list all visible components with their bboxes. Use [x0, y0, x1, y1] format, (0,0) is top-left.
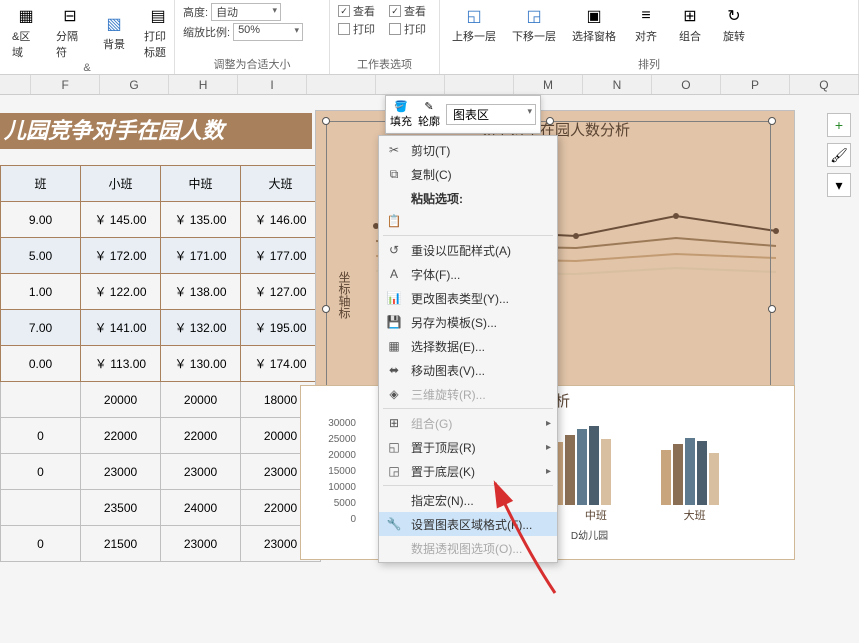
ctx-3d-rotation: ◈三维旋转(R)...	[379, 382, 557, 406]
col-header[interactable]	[376, 75, 445, 94]
bring-forward-button[interactable]: ◱上移一层	[446, 2, 502, 46]
col-header[interactable]: M	[514, 75, 583, 94]
title-banner: 儿园竞争对手在园人数	[0, 113, 312, 149]
ctx-paste-header: 粘贴选项:	[379, 186, 557, 209]
bucket-icon: 🪣	[394, 100, 408, 113]
height-spinner[interactable]: 自动	[211, 3, 281, 21]
print-titles-button[interactable]: ▤打印标题	[138, 2, 178, 62]
scale-spinner[interactable]: 50%	[233, 23, 303, 41]
col-header[interactable]: H	[169, 75, 238, 94]
rotate3d-icon: ◈	[385, 385, 403, 403]
print-checkbox-b[interactable]	[389, 23, 401, 35]
col-header[interactable]: Q	[790, 75, 859, 94]
chart-add-element-button[interactable]: +	[827, 113, 851, 137]
group-label: 工作表选项	[336, 56, 433, 72]
format-icon: 🔧	[385, 515, 403, 533]
breaks-button[interactable]: ⊟分隔符	[50, 2, 90, 62]
chart-filter-button[interactable]: ▾	[827, 173, 851, 197]
move-icon: ⬌	[385, 361, 403, 379]
selection-pane-button[interactable]: ▣选择窗格	[566, 2, 622, 46]
send-backward-button[interactable]: ◲下移一层	[506, 2, 562, 46]
ctx-select-data[interactable]: ▦选择数据(E)...	[379, 334, 557, 358]
clipboard-icon: 📋	[385, 212, 403, 230]
chart-icon: 📊	[385, 289, 403, 307]
view-checkbox-b[interactable]: ✓	[389, 5, 401, 17]
ctx-reset-style[interactable]: ↺重设以匹配样式(A)	[379, 238, 557, 262]
ctx-font[interactable]: A字体(F)...	[379, 262, 557, 286]
grid-icon: ▦	[385, 337, 403, 355]
ctx-cut[interactable]: ✂剪切(T)	[379, 138, 557, 162]
ctx-paste-option[interactable]: 📋	[379, 209, 557, 233]
ctx-move-chart[interactable]: ⬌移动图表(V)...	[379, 358, 557, 382]
back-icon: ◲	[385, 462, 403, 480]
reset-icon: ↺	[385, 241, 403, 259]
copy-icon: ⧉	[385, 165, 403, 183]
annotation-arrow	[485, 478, 565, 598]
col-header[interactable]: O	[652, 75, 721, 94]
group-label: 调整为合适大小	[181, 56, 323, 72]
col-header[interactable]	[307, 75, 376, 94]
resize-handle[interactable]	[768, 305, 776, 313]
ctx-save-template[interactable]: 💾另存为模板(S)...	[379, 310, 557, 334]
ctx-bring-front[interactable]: ◱置于顶层(R)	[379, 435, 557, 459]
save-icon: 💾	[385, 313, 403, 331]
fill-button[interactable]: 🪣填充	[390, 100, 412, 129]
col-header[interactable]	[445, 75, 514, 94]
group-icon: ⊞	[385, 414, 403, 432]
background-button[interactable]: ▧背景	[94, 10, 134, 54]
ctx-change-chart-type[interactable]: 📊更改图表类型(Y)...	[379, 286, 557, 310]
view-checkbox-a[interactable]: ✓	[338, 5, 350, 17]
ctx-copy[interactable]: ⧉复制(C)	[379, 162, 557, 186]
chart-element-dropdown[interactable]: 图表区	[446, 104, 536, 125]
scissors-icon: ✂	[385, 141, 403, 159]
align-button[interactable]: ≡对齐	[626, 2, 666, 46]
area-button[interactable]: ▦&区域	[6, 2, 46, 62]
column-headers: FGHI MNOPQ	[0, 75, 859, 95]
col-header[interactable]: G	[100, 75, 169, 94]
rotate-button[interactable]: ↻旋转	[714, 2, 754, 46]
pen-icon: ✎	[424, 100, 433, 113]
front-icon: ◱	[385, 438, 403, 456]
col-header[interactable]: P	[721, 75, 790, 94]
mini-toolbar: 🪣填充 ✎轮廓 图表区	[385, 95, 541, 134]
group-button[interactable]: ⊞组合	[670, 2, 710, 46]
group-label: 排列	[446, 56, 852, 72]
ctx-group: ⊞组合(G)	[379, 411, 557, 435]
resize-handle[interactable]	[546, 117, 554, 125]
outline-button[interactable]: ✎轮廓	[418, 100, 440, 129]
print-checkbox-a[interactable]	[338, 23, 350, 35]
col-header[interactable]	[0, 75, 31, 94]
col-header[interactable]: N	[583, 75, 652, 94]
col-header[interactable]: F	[31, 75, 100, 94]
y-ticks: 300002500020000150001000050000	[306, 416, 356, 528]
group-label: &	[6, 62, 168, 74]
resize-handle[interactable]	[768, 117, 776, 125]
col-header[interactable]: I	[238, 75, 307, 94]
font-icon: A	[385, 265, 403, 283]
resize-handle[interactable]	[322, 117, 330, 125]
chart-styles-button[interactable]: 🖌	[827, 143, 851, 167]
scale-label: 缩放比例:	[183, 24, 230, 40]
resize-handle[interactable]	[322, 305, 330, 313]
data-table: 班小班中班大班 9.00￥ 145.00￥ 135.00￥ 146.00 5.0…	[0, 165, 321, 562]
height-label: 高度:	[183, 4, 208, 20]
